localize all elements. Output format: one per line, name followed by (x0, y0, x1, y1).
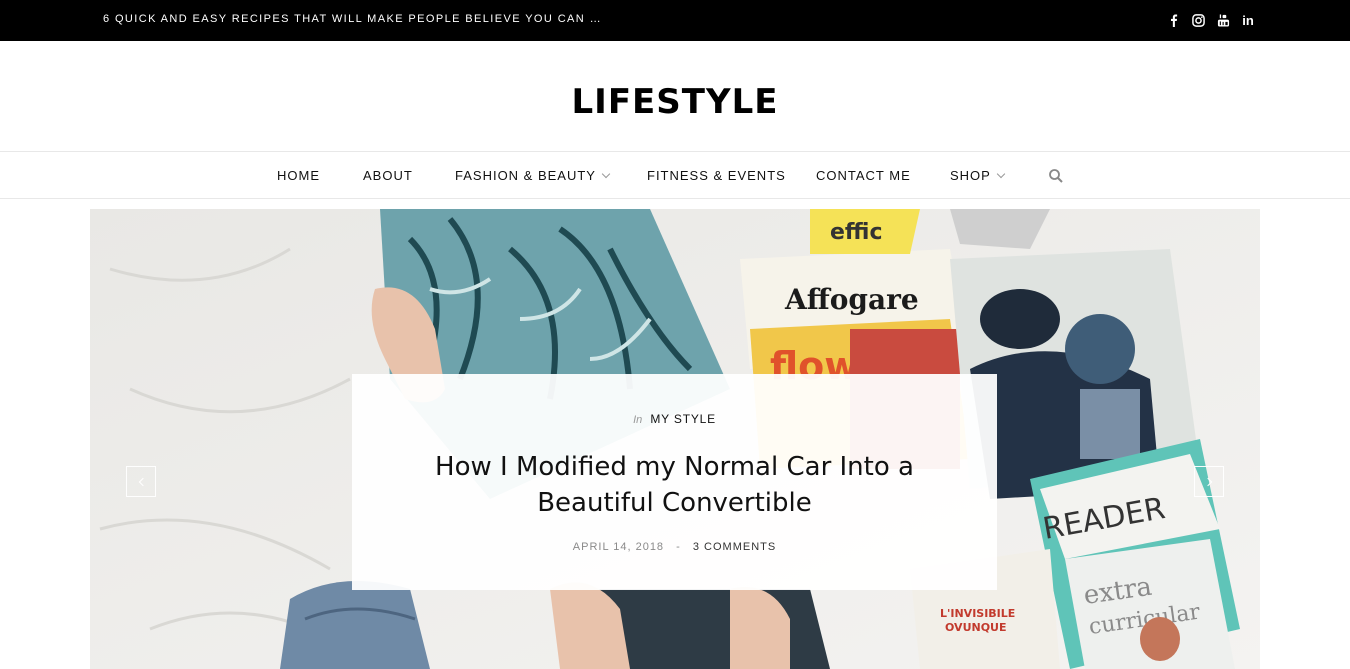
nav-item-label: HOME (277, 168, 320, 183)
facebook-icon[interactable] (1166, 12, 1180, 28)
featured-slider: Affogare flow effic READER extra curricu… (90, 209, 1260, 669)
social-links: in (1166, 12, 1255, 28)
nav-item-label: SHOP (950, 168, 991, 183)
category-link[interactable]: MY STYLE (650, 412, 716, 426)
top-bar: 6 QUICK AND EASY RECIPES THAT WILL MAKE … (0, 0, 1350, 41)
linkedin-icon[interactable]: in (1241, 12, 1255, 28)
comments-link[interactable]: 3 COMMENTS (693, 541, 776, 553)
chevron-right-icon (1203, 477, 1212, 486)
slider-next-button[interactable] (1194, 466, 1224, 497)
mag-invisibile-text: L'INVISIBILE (940, 607, 1015, 620)
category-line: In MY STYLE (352, 412, 997, 426)
slide-caption-card: In MY STYLE How I Modified my Normal Car… (352, 374, 997, 590)
meta-separator: - (676, 541, 681, 553)
main-nav: HOME ABOUT FASHION & BEAUTY FITNESS & EV… (0, 151, 1350, 199)
nav-item-label: CONTACT ME (816, 168, 911, 183)
post-title[interactable]: How I Modified my Normal Car Into a Beau… (392, 449, 957, 521)
slider-prev-button[interactable] (126, 466, 156, 497)
chevron-left-icon (138, 477, 147, 486)
mag-affogare-text: Affogare (784, 283, 919, 316)
nav-item-label: ABOUT (363, 168, 413, 183)
nav-item-shop[interactable]: SHOP (950, 168, 1006, 183)
svg-text:OVUNQUE: OVUNQUE (945, 621, 1007, 634)
nav-item-label: FITNESS & EVENTS (647, 168, 786, 183)
site-logo[interactable]: LIFESTYLE (0, 82, 1350, 122)
nav-item-home[interactable]: HOME (277, 168, 320, 183)
svg-text:effic: effic (830, 220, 883, 245)
post-date: APRIL 14, 2018 (572, 541, 665, 553)
chevron-down-icon (996, 169, 1006, 178)
nav-item-about[interactable]: ABOUT (363, 168, 413, 183)
nav-item-fashion-beauty[interactable]: FASHION & BEAUTY (455, 168, 611, 183)
nav-item-contact-me[interactable]: CONTACT ME (816, 168, 911, 183)
post-meta: APRIL 14, 2018 - 3 COMMENTS (352, 541, 997, 553)
category-prefix: In (633, 414, 643, 426)
youtube-icon[interactable] (1216, 12, 1230, 28)
search-icon[interactable] (1048, 168, 1064, 184)
nav-item-label: FASHION & BEAUTY (455, 168, 596, 183)
chevron-down-icon (601, 169, 611, 178)
news-ticker[interactable]: 6 QUICK AND EASY RECIPES THAT WILL MAKE … (103, 13, 602, 25)
nav-item-fitness-events[interactable]: FITNESS & EVENTS (647, 168, 786, 183)
instagram-icon[interactable] (1191, 12, 1205, 28)
